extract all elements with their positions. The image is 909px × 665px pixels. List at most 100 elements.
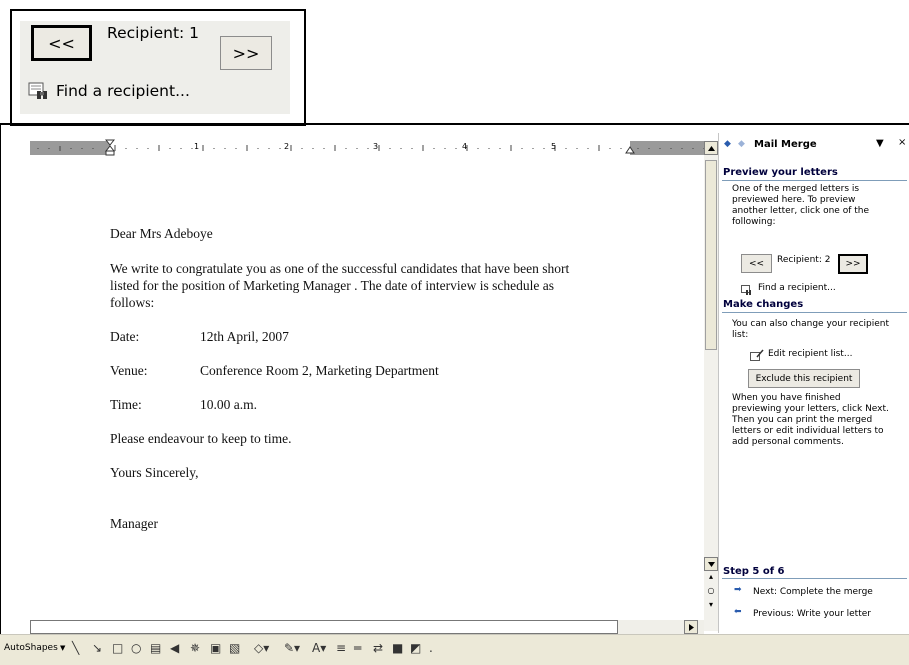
exclude-recipient-label: Exclude this recipient — [755, 373, 853, 384]
step-rule — [722, 578, 907, 579]
ruler-number-2: 2 — [284, 142, 290, 151]
wordart-tool-icon[interactable]: ◀ — [170, 640, 179, 656]
next-recipient-button[interactable]: >> — [838, 254, 868, 274]
arrow-right-icon — [688, 623, 694, 631]
arrow-tool-icon[interactable]: ↘ — [92, 640, 102, 656]
picture-tool-icon[interactable]: ▧ — [229, 640, 240, 656]
time-label: Time: — [110, 397, 142, 412]
next-step-arrow-icon[interactable]: ➡ — [734, 585, 742, 595]
previous-recipient-button[interactable]: << — [741, 254, 772, 273]
pane-forward-icon[interactable]: ◆ — [738, 139, 745, 149]
salutation: Dear Mrs Adeboye — [110, 226, 213, 241]
find-recipient-small-icon[interactable] — [741, 281, 753, 300]
preview-heading: Preview your letters — [723, 167, 838, 178]
signature: Manager — [110, 516, 158, 531]
vertical-scroll-thumb[interactable] — [705, 160, 717, 350]
edit-recipient-list-link[interactable]: Edit recipient list... — [768, 349, 852, 360]
3d-style-icon[interactable]: ◩ — [410, 640, 421, 656]
arrow-down-icon — [707, 561, 715, 567]
callout-next-recipient-button[interactable]: >> — [220, 36, 272, 70]
find-recipient-link[interactable]: Find a recipient... — [758, 283, 836, 294]
preview-text-1: One of the merged letters is — [732, 184, 860, 194]
double-arrow-up-icon: ▴ — [708, 572, 713, 581]
find-recipient-icon[interactable] — [28, 82, 50, 106]
ruler-number-1: 1 — [194, 142, 200, 151]
preview-text-4: following: — [732, 217, 776, 227]
callout-previous-recipient-button[interactable]: << — [31, 25, 92, 61]
circle-icon: ○ — [707, 586, 715, 595]
venue-value: Conference Room 2, Marketing Department — [200, 363, 439, 378]
body-line-2: listed for the position of Marketing Man… — [110, 278, 555, 293]
next-recipient-label: >> — [845, 259, 861, 269]
make-changes-heading: Make changes — [723, 299, 804, 310]
sign-off: Yours Sincerely, — [110, 465, 199, 480]
pane-close-icon[interactable]: × — [898, 137, 906, 148]
oval-tool-icon[interactable]: ○ — [131, 640, 141, 656]
finish-text-3: Then you can print the merged — [732, 415, 873, 425]
recipient-label: Recipient: 2 — [777, 255, 831, 265]
dash-style-icon[interactable]: ═ — [354, 640, 361, 656]
horizontal-scroll-thumb[interactable] — [30, 620, 618, 634]
autoshapes-label: AutoShapes — [4, 643, 58, 653]
edit-list-icon[interactable] — [750, 346, 764, 365]
ruler-number-4: 4 — [462, 142, 468, 151]
next-page-button[interactable]: ▾ — [704, 600, 718, 612]
arrow-up-icon — [707, 145, 715, 151]
arrow-style-icon[interactable]: ⇄ — [373, 640, 383, 656]
step-label: Step 5 of 6 — [723, 566, 785, 577]
callout-find-recipient-link[interactable]: Find a recipient... — [56, 82, 190, 100]
venue-label: Venue: — [110, 363, 148, 378]
callout-recipient-label: Recipient: 1 — [107, 24, 200, 42]
clipart-tool-icon[interactable]: ▣ — [210, 640, 221, 656]
double-arrow-down-icon: ▾ — [708, 600, 713, 609]
pane-back-icon[interactable]: ◆ — [724, 139, 731, 149]
pane-menu-icon[interactable]: ▼ — [876, 138, 884, 149]
pane-title: Mail Merge — [754, 139, 817, 150]
callout-previous-label: << — [48, 33, 75, 53]
finish-text-4: letters or edit individual letters to — [732, 426, 884, 436]
diagram-tool-icon[interactable]: ✵ — [190, 640, 200, 656]
body-line-1: We write to congratulate you as one of t… — [110, 261, 570, 276]
fill-color-icon[interactable]: ◇▾ — [254, 640, 269, 656]
text-box-tool-icon[interactable]: ▤ — [150, 640, 161, 656]
next-step-link[interactable]: Next: Complete the merge — [753, 587, 873, 598]
callout-next-label: >> — [232, 43, 260, 63]
line-tool-icon[interactable]: ╲ — [72, 640, 79, 656]
toolbar-options-icon[interactable]: . — [429, 640, 433, 656]
ruler-number-3: 3 — [373, 142, 379, 151]
shadow-style-icon[interactable]: ■ — [392, 640, 403, 656]
changes-text-2: list: — [732, 330, 749, 340]
finish-text-2: previewing your letters, click Next. — [732, 404, 889, 414]
date-label: Date: — [110, 329, 140, 344]
font-color-icon[interactable]: A▾ — [312, 640, 326, 656]
make-changes-rule — [722, 312, 907, 313]
preview-text-2: previewed here. To preview — [732, 195, 856, 205]
horizontal-ruler[interactable]: 1 2 3 4 5 — [30, 139, 705, 156]
time-value: 10.00 a.m. — [200, 397, 257, 412]
preview-text-3: another letter, click one of the — [732, 206, 869, 216]
previous-recipient-label: << — [748, 258, 765, 269]
previous-step-link[interactable]: Previous: Write your letter — [753, 609, 871, 620]
body-line-3: follows: — [110, 295, 155, 310]
ruler-number-5: 5 — [551, 142, 557, 151]
scroll-right-button[interactable] — [684, 620, 698, 634]
rectangle-tool-icon[interactable]: □ — [112, 640, 123, 656]
line-style-icon[interactable]: ≡ — [336, 640, 346, 656]
previous-step-arrow-icon[interactable]: ⬅ — [734, 607, 742, 617]
document-page[interactable]: Dear Mrs Adeboye We write to congratulat… — [30, 156, 704, 618]
select-browse-object-button[interactable]: ○ — [704, 586, 718, 598]
previous-page-button[interactable]: ▴ — [704, 572, 718, 584]
scroll-up-button[interactable] — [704, 141, 718, 155]
scroll-down-button[interactable] — [704, 557, 718, 571]
line-color-icon[interactable]: ✎▾ — [284, 640, 300, 656]
closing-note: Please endeavour to keep to time. — [110, 431, 292, 446]
window-left-border — [0, 123, 1, 664]
dropdown-arrow-icon: ▼ — [57, 644, 66, 652]
finish-text-1: When you have finished — [732, 393, 841, 403]
finish-text-5: add personal comments. — [732, 437, 844, 447]
autoshapes-menu[interactable]: AutoShapes ▼ — [4, 643, 65, 653]
preview-heading-rule — [722, 180, 907, 181]
changes-text-1: You can also change your recipient — [732, 319, 890, 329]
exclude-recipient-button[interactable]: Exclude this recipient — [748, 369, 860, 388]
date-value: 12th April, 2007 — [200, 329, 289, 344]
